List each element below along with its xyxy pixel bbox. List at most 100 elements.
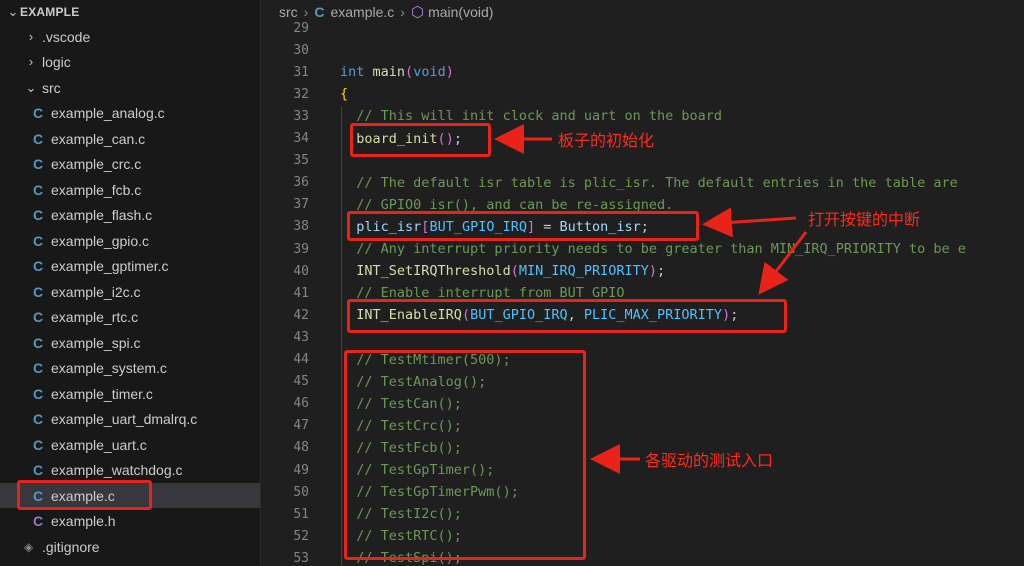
line-number: 34 [293, 131, 309, 146]
tree-item-file[interactable]: Cexample_gpio.c [0, 228, 260, 253]
c-file-icon: C [33, 461, 44, 478]
c-file-icon: C [33, 283, 44, 300]
code-line[interactable]: 36 // The default isr table is plic_isr.… [261, 172, 1024, 194]
line-number: 35 [293, 153, 309, 169]
tree-item-file[interactable]: Cexample_fcb.c [0, 177, 260, 202]
line-number: 38 [293, 219, 309, 235]
tree-item-file[interactable]: Cexample_analog.c [0, 100, 260, 125]
code-text: // Any interrupt priority needs to be gr… [356, 241, 966, 257]
line-number: 53 [293, 550, 309, 566]
tree-item-label: example_fcb.c [51, 181, 142, 198]
c-file-icon: C [33, 104, 44, 121]
annotation-enable-irq: 打开按键的中断 [808, 210, 921, 229]
tree-item-file[interactable]: Cexample_rtc.c [0, 304, 260, 329]
highlight-box-enable-irq [347, 299, 787, 333]
chevron-right-icon: › [28, 54, 34, 69]
tree-item-file[interactable]: Cexample_uart.c [0, 432, 260, 457]
line-number: 43 [293, 329, 309, 345]
tree-item-label: example_timer.c [51, 385, 153, 402]
chevron-down-icon: ⌄ [25, 79, 37, 95]
tree-item-label: .gitignore [42, 538, 100, 555]
line-number: 50 [293, 484, 309, 500]
code-line[interactable]: 30 [261, 39, 1024, 61]
tree-item-src[interactable]: ⌄ src [0, 75, 260, 100]
annotation-board-init: 板子的初始化 [558, 131, 655, 150]
tree-item-label: example_rtc.c [51, 308, 139, 325]
tree-item-logic[interactable]: › logic [0, 49, 260, 74]
line-number: 49 [293, 462, 309, 478]
tree-item-label: example_flash.c [51, 206, 153, 223]
line-number: 33 [293, 108, 309, 124]
c-file-icon: C [33, 130, 44, 147]
code-line[interactable]: 39 // Any interrupt priority needs to be… [261, 238, 1024, 260]
chevron-down-icon: ⌄ [7, 3, 19, 19]
tree-item-file[interactable]: Cexample_spi.c [0, 330, 260, 355]
tree-item-label: example_spi.c [51, 334, 141, 351]
c-file-icon: C [33, 410, 44, 427]
line-number: 40 [293, 263, 309, 279]
explorer-root-folder[interactable]: ⌄ EXAMPLE [0, 0, 260, 24]
highlight-box-example-c [17, 480, 152, 510]
c-file-icon: C [33, 232, 44, 249]
explorer-title: EXAMPLE [20, 4, 80, 19]
tree-item-vscode[interactable]: › .vscode [0, 24, 260, 49]
tree-item-label: example_watchdog.c [51, 461, 183, 478]
tree-item-file[interactable]: Cexample_system.c [0, 355, 260, 380]
c-file-icon: C [33, 206, 44, 223]
c-file-icon: C [33, 155, 44, 172]
tree-item-label: example_crc.c [51, 155, 142, 172]
line-number: 39 [293, 241, 309, 257]
tree-item-label: example_system.c [51, 359, 167, 376]
c-file-icon: C [33, 308, 44, 325]
tree-item-file[interactable]: Cexample_crc.c [0, 151, 260, 176]
line-number: 51 [293, 506, 309, 522]
tree-item-file[interactable]: ◈ .gitignore [0, 534, 260, 559]
code-line[interactable]: 29 [261, 17, 1024, 39]
code-text: int main(void) [340, 64, 454, 81]
line-number: 52 [293, 528, 309, 544]
code-text: // The default isr table is plic_isr. Th… [356, 174, 958, 191]
git-icon: ◈ [24, 539, 34, 554]
c-file-icon: C [33, 385, 44, 402]
code-line[interactable]: 40 INT_SetIRQThreshold(MIN_IRQ_PRIORITY)… [261, 260, 1024, 282]
annotation-tests: 各驱动的测试入口 [645, 451, 774, 470]
line-number: 32 [293, 86, 309, 102]
code-line[interactable]: 32 { [261, 83, 1024, 105]
tree-item-file[interactable]: Cexample.h [0, 508, 260, 533]
tree-item-label: example_analog.c [51, 104, 165, 121]
c-file-icon: C [33, 359, 44, 376]
code-line[interactable]: 31 int main(void) [261, 61, 1024, 83]
code-text: { [340, 86, 349, 103]
c-file-icon: C [33, 257, 44, 274]
line-number: 42 [293, 307, 309, 323]
line-number: 46 [293, 396, 309, 412]
tree-item-label: example_gptimer.c [51, 257, 169, 274]
chevron-right-icon: › [28, 29, 34, 44]
c-file-icon: C [33, 181, 44, 198]
line-number: 47 [293, 418, 309, 434]
tree-item-file[interactable]: Cexample_can.c [0, 126, 260, 151]
tree-item-label: example_can.c [51, 130, 146, 147]
tree-item-label: example_gpio.c [51, 232, 150, 249]
line-number: 30 [293, 42, 309, 58]
tree-item-file[interactable]: Cexample_timer.c [0, 381, 260, 406]
tree-item-label: .vscode [42, 28, 91, 45]
code-text: // This will init clock and uart on the … [356, 108, 723, 125]
tree-item-label: src [42, 79, 61, 96]
highlight-box-board-init [350, 123, 491, 157]
tree-item-file[interactable]: Cexample_i2c.c [0, 279, 260, 304]
line-number: 44 [293, 352, 309, 367]
tree-item-label: example_uart.c [51, 436, 147, 453]
line-number: 31 [293, 64, 309, 80]
tree-item-file[interactable]: Cexample_flash.c [0, 202, 260, 227]
line-number: 29 [293, 20, 309, 36]
tree-item-label: logic [42, 53, 71, 70]
highlight-box-tests [344, 350, 586, 560]
line-number: 45 [293, 374, 309, 390]
line-number: 36 [293, 175, 309, 191]
tree-item-file[interactable]: Cexample_gptimer.c [0, 253, 260, 278]
highlight-box-plic-isr [347, 211, 699, 241]
c-file-icon: C [33, 436, 44, 453]
tree-item-file[interactable]: Cexample_uart_dmalrq.c [0, 406, 260, 431]
tree-item-file[interactable]: Cexample_watchdog.c [0, 457, 260, 482]
